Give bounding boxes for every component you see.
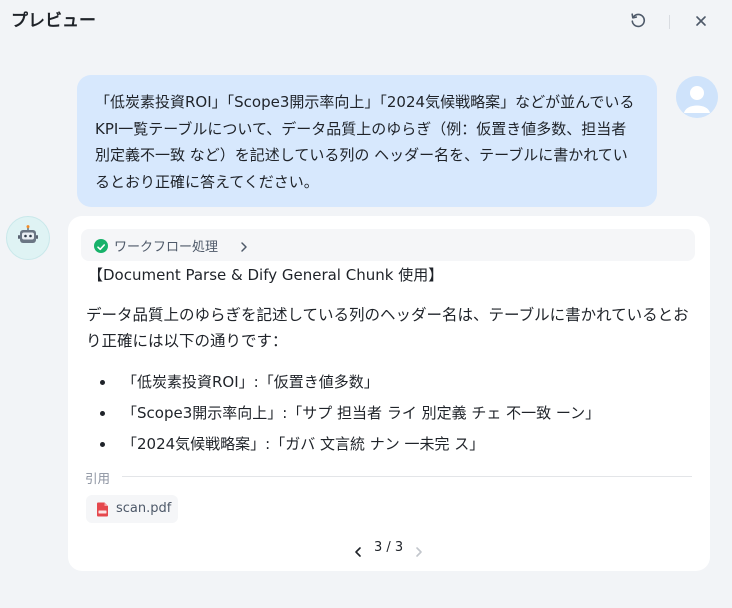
answer-list-item: 「Scope3開示率向上」:「サプ 担当者 ライ 別定義 チェ 不一致 ーン」	[86, 398, 696, 429]
page-title: プレビュー	[11, 11, 96, 31]
citation-name: scan.pdf	[116, 501, 172, 516]
pager-prev-button[interactable]	[353, 543, 363, 562]
pager-next-button[interactable]	[414, 543, 424, 562]
pdf-file-icon	[96, 502, 109, 521]
user-message: 「低炭素投資ROI」「Scope3開示率向上」「2024気候戦略案」などが並んで…	[77, 75, 657, 207]
answer-intro: データ品質上のゆらぎを記述している列のヘッダー名は、テーブルに書かれているとおり…	[86, 306, 689, 350]
citation-divider	[122, 476, 692, 477]
answer-pager: 3 / 3	[350, 539, 430, 559]
refresh-icon	[629, 11, 647, 33]
bot-avatar	[6, 216, 50, 260]
user-avatar	[676, 76, 718, 118]
chevron-right-icon	[416, 547, 422, 557]
chevron-right-icon	[239, 238, 249, 257]
bot-message: ワークフロー処理 【Document Parse & Dify General …	[68, 216, 710, 571]
preview-header: プレビュー	[0, 0, 732, 44]
workflow-process-toggle[interactable]: ワークフロー処理	[81, 229, 695, 261]
answer-heading: 【Document Parse & Dify General Chunk 使用】	[88, 266, 444, 284]
close-icon	[694, 13, 708, 32]
pager-count: 3 / 3	[374, 540, 404, 555]
robot-icon	[16, 224, 40, 252]
citation-scan-pdf[interactable]: scan.pdf	[86, 495, 178, 523]
header-divider	[669, 15, 670, 29]
chevron-left-icon	[355, 547, 361, 557]
close-button[interactable]	[689, 10, 713, 34]
citation-label: 引用	[85, 471, 111, 486]
workflow-label: ワークフロー処理	[114, 240, 219, 255]
check-circle-icon	[94, 239, 108, 253]
refresh-button[interactable]	[626, 10, 650, 34]
answer-list: 「低炭素投資ROI」:「仮置き値多数」 「Scope3開示率向上」:「サプ 担当…	[86, 367, 696, 460]
answer-list-item: 「2024気候戦略案」:「ガバ 文言統 ナン 一未完 ス」	[86, 429, 696, 460]
answer-list-item: 「低炭素投資ROI」:「仮置き値多数」	[86, 367, 696, 398]
